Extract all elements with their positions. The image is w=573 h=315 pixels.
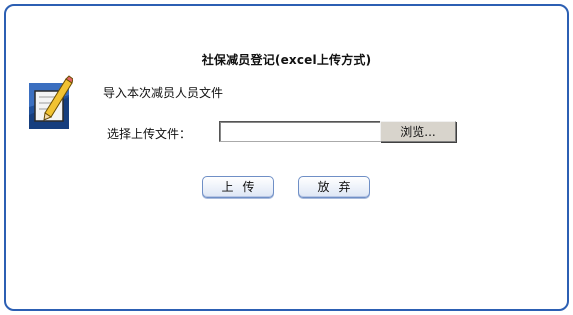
cancel-button[interactable]: 放弃: [298, 176, 370, 198]
file-path-input[interactable]: [219, 121, 383, 142]
browse-button[interactable]: 浏览...: [380, 121, 456, 142]
file-label: 选择上传文件：: [107, 127, 192, 141]
edit-document-icon: [29, 75, 74, 131]
dialog-title: 社保减员登记(excel上传方式): [201, 53, 372, 67]
intro-text: 导入本次减员人员文件: [103, 86, 224, 100]
upload-button[interactable]: 上传: [202, 176, 274, 198]
